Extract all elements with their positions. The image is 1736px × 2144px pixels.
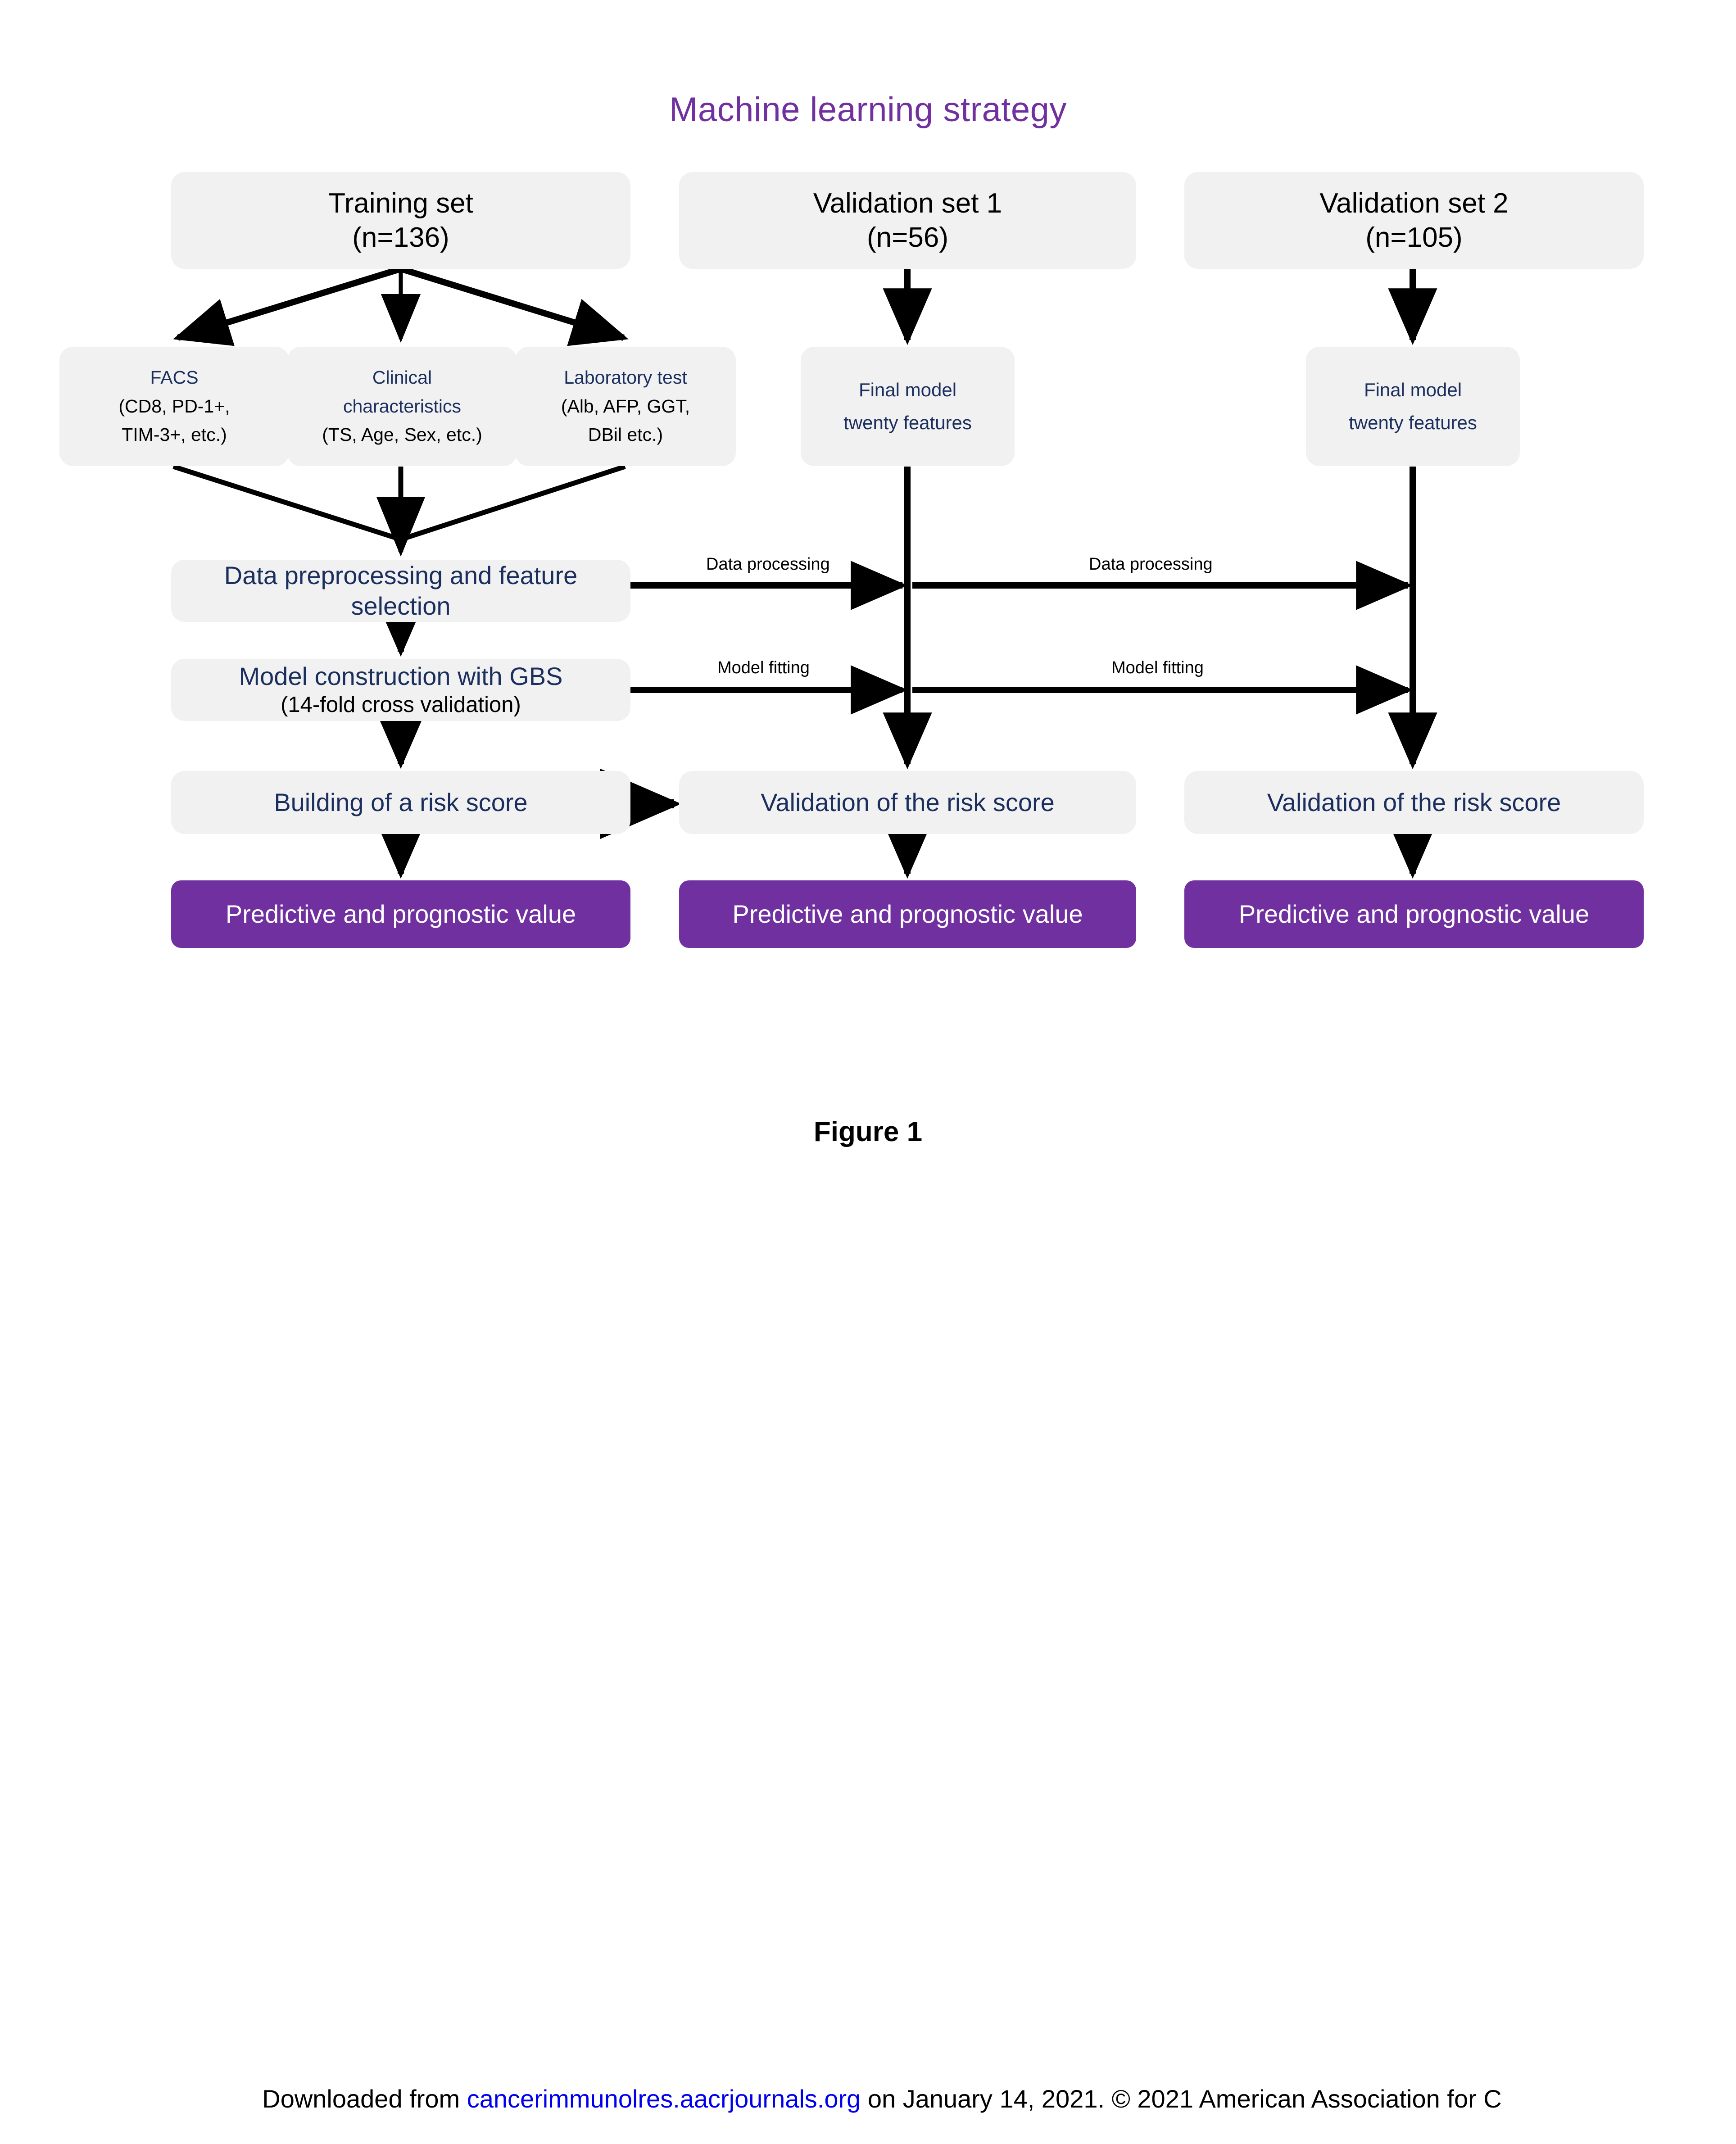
training-set-name: Training set	[328, 187, 473, 219]
arrow-layer	[172, 266, 1437, 879]
outcome-2-label: Predictive and prognostic value	[732, 899, 1083, 928]
edge-label-model-fitting-2: Model fitting	[1111, 658, 1204, 677]
figure-canvas: Machine learning strategy Training set (…	[0, 0, 1736, 2144]
validation-risk-score-1-label: Validation of the risk score	[761, 788, 1055, 816]
node-validation-risk-score-2: Validation of the risk score	[1184, 771, 1644, 834]
preprocessing-line-2: selection	[351, 592, 451, 620]
node-final-model-1: Final model twenty features	[801, 347, 1015, 466]
figure-title: Machine learning strategy	[669, 91, 1067, 129]
validation-set-1-count: (n=56)	[867, 222, 948, 253]
laboratory-detail-2: DBil etc.)	[588, 424, 663, 445]
building-risk-score-label: Building of a risk score	[274, 788, 528, 816]
node-laboratory-test: Laboratory test (Alb, AFP, GGT, DBil etc…	[515, 347, 736, 466]
edge-label-data-processing-2: Data processing	[1089, 555, 1213, 574]
node-training-set: Training set (n=136)	[171, 172, 630, 269]
node-clinical-characteristics: Clinical characteristics (TS, Age, Sex, …	[287, 347, 517, 466]
outcome-1-label: Predictive and prognostic value	[225, 899, 576, 928]
node-facs-features: FACS (CD8, PD-1+, TIM-3+, etc.)	[59, 347, 289, 466]
facs-detail-1: (CD8, PD-1+,	[118, 395, 230, 417]
node-outcome-3: Predictive and prognostic value	[1184, 880, 1644, 948]
node-building-risk-score: Building of a risk score	[171, 771, 630, 834]
final-model-2-line2: twenty features	[1349, 412, 1477, 433]
validation-risk-score-2-label: Validation of the risk score	[1267, 788, 1561, 816]
validation-set-2-name: Validation set 2	[1319, 187, 1509, 219]
facs-title: FACS	[150, 367, 199, 388]
clinical-title: Clinical	[372, 367, 432, 388]
node-outcome-1: Predictive and prognostic value	[171, 880, 630, 948]
clinical-detail-1: characteristics	[343, 395, 461, 417]
footer-prefix: Downloaded from	[262, 2085, 467, 2113]
edge-label-data-processing-1: Data processing	[706, 555, 830, 574]
final-model-2-line1: Final model	[1364, 379, 1462, 401]
node-validation-set-1: Validation set 1 (n=56)	[679, 172, 1136, 269]
edge-label-model-fitting-1: Model fitting	[717, 658, 810, 677]
facs-detail-2: TIM-3+, etc.)	[122, 424, 227, 445]
validation-set-1-name: Validation set 1	[813, 187, 1002, 219]
footer-journal-link[interactable]: cancerimmunolres.aacrjournals.org	[467, 2085, 861, 2113]
clinical-detail-2: (TS, Age, Sex, etc.)	[322, 424, 482, 445]
node-outcome-2: Predictive and prognostic value	[679, 880, 1136, 948]
node-validation-set-2: Validation set 2 (n=105)	[1184, 172, 1644, 269]
page-footer: Downloaded from cancerimmunolres.aacrjou…	[0, 2084, 1736, 2125]
laboratory-title: Laboratory test	[564, 367, 687, 388]
outcome-3-label: Predictive and prognostic value	[1238, 899, 1590, 928]
node-data-preprocessing: Data preprocessing and feature selection	[171, 560, 630, 622]
footer-suffix: on January 14, 2021. © 2021 American Ass…	[861, 2085, 1502, 2113]
node-final-model-2: Final model twenty features	[1306, 347, 1520, 466]
figure-caption: Figure 1	[813, 1116, 923, 1147]
node-validation-risk-score-1: Validation of the risk score	[679, 771, 1136, 834]
laboratory-detail-1: (Alb, AFP, GGT,	[561, 395, 690, 417]
arrow-features-to-preprocessing	[172, 464, 626, 557]
validation-set-2-count: (n=105)	[1365, 222, 1463, 253]
final-model-1-line1: Final model	[858, 379, 957, 401]
model-construction-subtitle: (14-fold cross validation)	[281, 693, 521, 717]
preprocessing-line-1: Data preprocessing and feature	[224, 561, 578, 589]
training-set-count: (n=136)	[352, 222, 449, 253]
model-construction-title: Model construction with GBS	[239, 662, 563, 690]
final-model-1-line2: twenty features	[843, 412, 972, 433]
arrow-training-to-features	[173, 266, 629, 346]
node-model-construction: Model construction with GBS (14-fold cro…	[171, 659, 630, 721]
